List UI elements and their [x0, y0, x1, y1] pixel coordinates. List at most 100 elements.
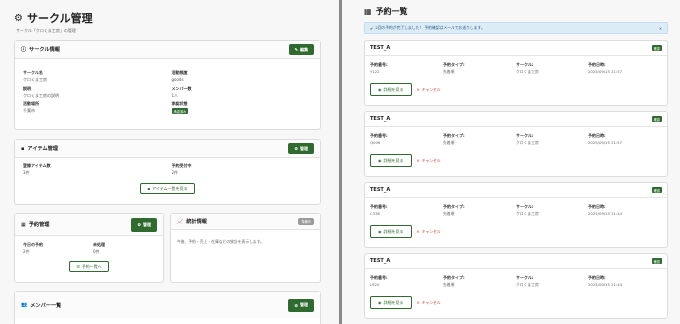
- circle-label: サークル:: [516, 133, 534, 138]
- reservation-circle: クロくま工房: [516, 69, 539, 74]
- reservation-circle: クロくま工房: [516, 211, 539, 216]
- reservation-list: TEST_A 確認 予約番号: Y122 予約タイプ: 先着順 サークル: クロくま工…: [364, 40, 668, 319]
- number-label: 予約番号:: [370, 204, 388, 209]
- item-management-fields: 登録アイテム数 3件 予約受付中 2件: [15, 158, 320, 182]
- cancel-link[interactable]: ✕ キャンセル: [417, 87, 441, 93]
- stats-card: 📈 統計情報 準備中 今後、予約・売上・在庫などの統計を表示します。: [170, 213, 321, 283]
- item-management-title: アイテム管理: [27, 146, 58, 152]
- reservation-datetime: 2025/09/15 21:57: [588, 140, 623, 145]
- field-today-reservations: 今日の予約 2件: [23, 242, 43, 254]
- x-icon: ✕: [416, 300, 420, 305]
- cancel-link[interactable]: ✕ キャンセル: [417, 158, 441, 164]
- reservation-card: TEST_A 確認 予約番号: C336 予約タイプ: 先着順 サークル: クロくま工…: [364, 182, 668, 248]
- reservation-management-fields: 今日の予約 2件 未処理 0件: [15, 236, 163, 261]
- circle-management-panel: ⚙ サークル管理 サークル「クロくま工房」の管理 ⓘ サークル情報 ✎ 編集 サ…: [0, 0, 339, 324]
- gear-icon: ⚙: [294, 146, 298, 151]
- check-circle-icon: ✔: [370, 25, 374, 31]
- calendar-icon: ▦: [364, 7, 372, 16]
- page-title-text: サークル管理: [26, 12, 93, 25]
- reservation-name: TEST_A: [370, 258, 391, 264]
- success-alert: ✔ 2回の予約が完了しました！ 予約確認はメールでお送りします。 ✕: [364, 22, 668, 34]
- reservation-status-badge: 確認: [651, 258, 662, 264]
- type-label: 予約タイプ:: [443, 62, 465, 67]
- item-management-header: ▪ アイテム管理 ⚙ 管理: [15, 140, 320, 158]
- field-accepting: 予約受付中 2件: [171, 163, 192, 175]
- detail-button[interactable]: ◉ 詳細を見る: [370, 154, 412, 167]
- field-item-count: 登録アイテム数 3件: [23, 163, 51, 175]
- screen: ⚙ サークル管理 サークル「クロくま工房」の管理 ⓘ サークル情報 ✎ 編集 サ…: [0, 0, 680, 324]
- datetime-label: 予約日時:: [588, 275, 606, 280]
- circle-info-fields: サークル名 クロくま工房 活動頻度 goods 説明 クロくま工房の説明 メンバ…: [15, 59, 320, 120]
- stats-title: 統計情報: [186, 219, 207, 225]
- page-subtitle: サークル「クロくま工房」の管理: [16, 28, 76, 33]
- cancel-link[interactable]: ✕ キャンセル: [417, 300, 441, 306]
- reservation-status-badge: 確認: [651, 116, 662, 122]
- circle-info-header: ⓘ サークル情報 ✎ 編集: [15, 41, 320, 59]
- calendar-icon: ▦: [21, 221, 26, 228]
- x-icon: ✕: [416, 87, 420, 92]
- circle-label: サークル:: [516, 62, 534, 67]
- number-label: 予約番号:: [370, 133, 388, 138]
- type-label: 予約タイプ:: [443, 133, 465, 138]
- circle-label: サークル:: [516, 275, 534, 280]
- field-description: 説明 クロくま工房の説明: [23, 85, 59, 98]
- reservation-datetime: 2025/09/15 21:44: [588, 211, 623, 216]
- type-label: 予約タイプ:: [443, 275, 465, 280]
- reservation-type: 先着順: [443, 282, 455, 287]
- field-member-count: メンバー数 1人: [171, 85, 192, 98]
- reservation-type: 先着順: [443, 211, 455, 216]
- field-approval: 承認状態 承認済み: [171, 101, 189, 114]
- reservation-circle: クロくま工房: [516, 140, 539, 145]
- item-manage-button[interactable]: ⚙ 管理: [288, 143, 314, 154]
- reservation-number: Y122: [370, 69, 380, 74]
- gears-icon: ⚙: [14, 12, 23, 24]
- reservation-name: TEST_A: [370, 45, 391, 51]
- reservation-status-badge: 確認: [651, 45, 662, 51]
- detail-button[interactable]: ◉ 詳細を見る: [370, 83, 412, 96]
- reservation-number: C336: [370, 211, 380, 216]
- edit-icon: ✎: [294, 47, 298, 52]
- members-manage-button[interactable]: ⚙ 管理: [288, 298, 314, 312]
- edit-button[interactable]: ✎ 編集: [288, 44, 314, 55]
- circle-info-title: サークル情報: [29, 47, 60, 53]
- alert-text: 2回の予約が完了しました！ 予約確認はメールでお送りします。: [375, 25, 485, 30]
- datetime-label: 予約日時:: [588, 62, 606, 67]
- field-activity-frequency: 活動頻度 goods: [171, 70, 188, 82]
- reservation-name: TEST_A: [370, 187, 391, 193]
- approval-badge: 承認済み: [171, 108, 189, 114]
- reservation-datetime: 2025/09/15 21:44: [588, 282, 623, 287]
- members-title: メンバー一覧: [30, 302, 62, 309]
- box-icon: ▪: [147, 186, 151, 191]
- stats-header: 📈 統計情報 準備中: [171, 214, 320, 230]
- eye-icon: ◉: [378, 158, 382, 163]
- cancel-link[interactable]: ✕ キャンセル: [417, 229, 441, 235]
- field-location: 活動場所 千葉市: [23, 101, 39, 113]
- stats-text: 今後、予約・売上・在庫などの統計を表示します。: [177, 239, 264, 244]
- datetime-label: 予約日時:: [588, 133, 606, 138]
- circle-label: サークル:: [516, 204, 534, 209]
- close-icon[interactable]: ✕: [659, 26, 662, 31]
- x-icon: ✕: [416, 229, 420, 234]
- datetime-label: 予約日時:: [588, 204, 606, 209]
- reservation-datetime: 2025/09/15 21:57: [588, 69, 623, 74]
- page-title: ⚙ サークル管理: [14, 10, 321, 26]
- eye-icon: ◉: [378, 87, 382, 92]
- reservation-manage-button[interactable]: ⚙ 管理: [131, 217, 157, 232]
- chart-icon: 📈: [177, 218, 184, 225]
- type-label: 予約タイプ:: [443, 204, 465, 209]
- reservation-name: TEST_A: [370, 116, 391, 122]
- x-icon: ✕: [416, 158, 420, 163]
- info-icon: ⓘ: [21, 47, 27, 53]
- reservation-card: TEST_A 確認 予約番号: Q096 予約タイプ: 先着順 サークル: クロくま工…: [364, 111, 668, 177]
- detail-button[interactable]: ◉ 詳細を見る: [370, 225, 412, 238]
- reservation-list-button[interactable]: ☰ 予約一覧へ: [69, 261, 109, 272]
- detail-button[interactable]: ◉ 詳細を見る: [370, 296, 412, 309]
- reservation-list-panel: ▦ 予約一覧 ✔ 2回の予約が完了しました！ 予約確認はメールでお送りします。 …: [342, 0, 680, 324]
- members-card: 👥 メンバー一覧 ⚙ 管理: [14, 291, 321, 324]
- item-management-card: ▪ アイテム管理 ⚙ 管理 登録アイテム数 3件 予約受付中 2件 ▪ アイテム…: [14, 139, 321, 205]
- reservation-card: TEST_A 確認 予約番号: Y122 予約タイプ: 先着順 サークル: クロくま工…: [364, 40, 668, 106]
- reservation-number: Q096: [370, 140, 381, 145]
- item-list-button[interactable]: ▪ アイテム一覧を見る: [140, 183, 195, 194]
- reservation-management-card: ▦ 予約管理 ⚙ 管理 今日の予約 2件 未処理 0件 ☰ 予約一覧へ: [14, 213, 164, 283]
- reservation-type: 先着順: [443, 69, 455, 74]
